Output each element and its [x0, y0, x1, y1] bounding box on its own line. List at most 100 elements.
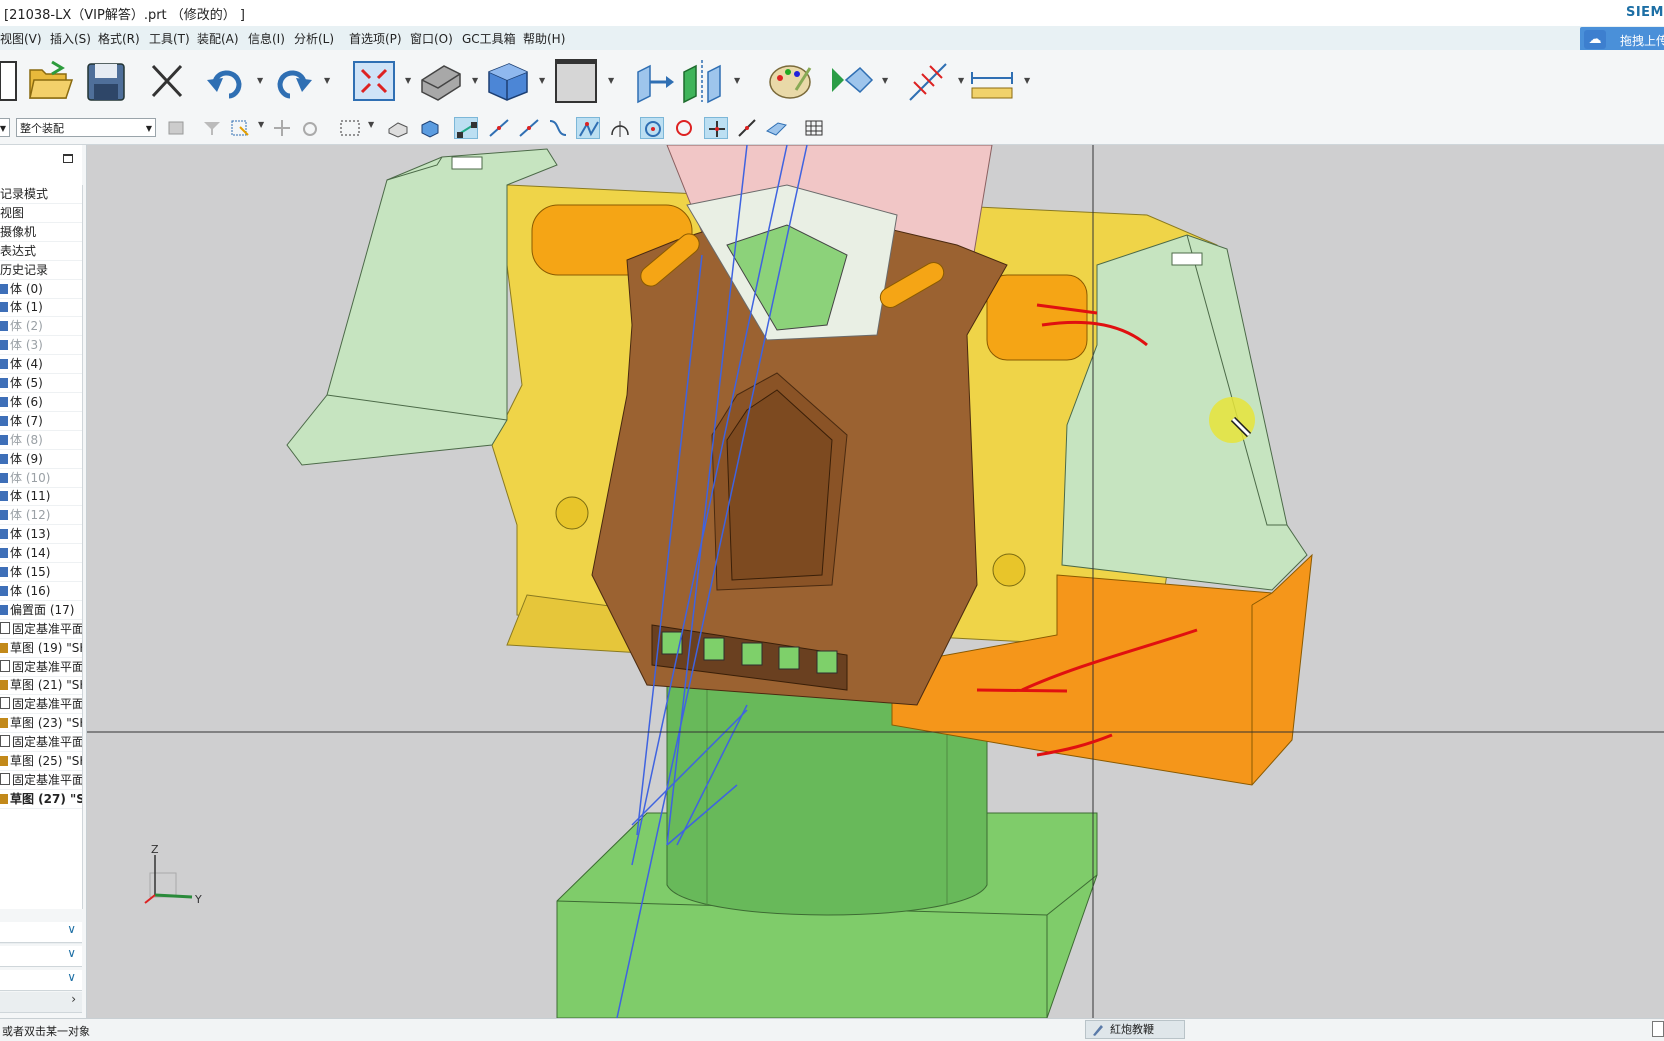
snap-control-point-button[interactable] — [517, 117, 541, 139]
tree-node[interactable]: 体 (16) — [0, 582, 82, 601]
details-panel[interactable]: ∨ — [0, 946, 82, 967]
tree-node[interactable]: 体 (6) — [0, 393, 82, 412]
general-filter-button[interactable] — [200, 117, 224, 139]
snap-center-toggle[interactable] — [640, 117, 664, 139]
undo-dropdown-icon[interactable]: ▼ — [257, 76, 263, 85]
tree-node[interactable]: 草图 (23) "SK — [0, 714, 82, 734]
edit-object-display-button[interactable] — [766, 56, 814, 106]
measure-distance-button[interactable] — [968, 56, 1016, 106]
orient-dropdown-icon[interactable]: ▼ — [539, 76, 545, 85]
snap-arc-center-button[interactable] — [608, 117, 632, 139]
tree-node[interactable]: 体 (1) — [0, 298, 82, 318]
menu-gc-toolkit[interactable]: GC工具箱 — [462, 30, 516, 47]
select-body-button[interactable] — [386, 117, 410, 139]
background-button[interactable] — [552, 56, 600, 106]
undo-button[interactable] — [203, 56, 251, 106]
tree-node[interactable]: 体 (11) — [0, 487, 82, 507]
show-hide-button[interactable] — [826, 56, 874, 106]
select-feature-button[interactable] — [228, 117, 252, 139]
menu-window[interactable]: 窗口(O) — [410, 30, 453, 47]
selection-scope-select[interactable]: 整个装配 ▼ — [16, 118, 156, 137]
toolbar-more-icon[interactable]: ▼ — [324, 76, 330, 85]
tree-node[interactable]: 体 (4) — [0, 355, 82, 375]
tree-node[interactable]: 草图 (27) "SI — [0, 790, 82, 809]
type-filter-select[interactable]: ▼ — [0, 118, 10, 137]
tree-node[interactable]: 体 (13) — [0, 525, 82, 545]
snap-quadrant-button[interactable] — [672, 117, 696, 139]
snap-intersection-toggle[interactable] — [576, 117, 600, 139]
snap-existing-point-toggle[interactable] — [704, 117, 728, 139]
tree-node[interactable]: 体 (12) — [0, 506, 82, 526]
graphics-window[interactable]: Z Y — [87, 145, 1664, 1018]
menu-help[interactable]: 帮助(H) — [523, 30, 565, 47]
datum-dropdown-icon[interactable]: ▼ — [958, 76, 964, 85]
cloud-upload-button[interactable]: ☁ 拖拽上传 — [1580, 27, 1664, 52]
feature-dropdown-icon[interactable]: ▼ — [734, 76, 740, 85]
menu-analysis[interactable]: 分析(L) — [294, 30, 334, 47]
navigator-bottom-scrollbar[interactable]: › — [0, 992, 82, 1013]
tree-node[interactable]: 草图 (21) "SK — [0, 676, 82, 696]
extrude-button[interactable] — [630, 56, 678, 106]
delete-button[interactable] — [143, 56, 191, 106]
menu-tools[interactable]: 工具(T) — [149, 30, 190, 47]
status-tag[interactable]: 紅炮教鞭 — [1085, 1020, 1185, 1039]
menu-format[interactable]: 格式(R) — [98, 30, 140, 47]
tree-node[interactable]: 记录模式 — [0, 185, 82, 204]
tree-node[interactable]: 体 (0) — [0, 280, 82, 299]
orient-view-button[interactable] — [483, 56, 531, 106]
tree-node[interactable]: 体 (15) — [0, 563, 82, 582]
mirror-button[interactable] — [680, 56, 728, 106]
cad-model-viewport[interactable]: Z Y — [87, 145, 1664, 1018]
fit-view-button[interactable] — [350, 56, 398, 106]
snap-curve-button[interactable] — [546, 117, 570, 139]
fit-dropdown-icon[interactable]: ▼ — [405, 76, 411, 85]
tree-node[interactable]: 草图 (25) "SK — [0, 752, 82, 771]
tree-node[interactable]: 体 (8) — [0, 431, 82, 450]
tree-node[interactable]: 固定基准平面 — [0, 658, 82, 677]
tree-node[interactable]: 固定基准平面 — [0, 620, 82, 639]
tree-node[interactable]: 体 (3) — [0, 336, 82, 356]
tree-node[interactable]: 体 (14) — [0, 544, 82, 564]
maximize-icon[interactable] — [63, 154, 73, 163]
snap-tangent-button[interactable] — [300, 117, 324, 139]
tree-node[interactable]: 体 (7) — [0, 412, 82, 431]
snap-point-button[interactable] — [270, 117, 294, 139]
assembly-filter-button[interactable] — [165, 117, 189, 139]
tree-node[interactable]: 体 (9) — [0, 450, 82, 469]
tree-node[interactable]: 固定基准平面 — [0, 733, 82, 753]
grid-button[interactable] — [802, 117, 826, 139]
snap-end-point-toggle[interactable] — [454, 117, 478, 139]
tree-node[interactable]: 固定基准平面 — [0, 695, 82, 715]
render-dropdown-icon[interactable]: ▼ — [472, 76, 478, 85]
tree-node[interactable]: 视图 — [0, 204, 82, 223]
tree-node[interactable]: 偏置面 (17) — [0, 601, 82, 620]
snap-mid-point-button[interactable] — [487, 117, 511, 139]
menu-info[interactable]: 信息(I) — [248, 30, 285, 47]
save-button[interactable] — [82, 56, 130, 106]
snap-point-on-curve-button[interactable] — [735, 117, 759, 139]
tree-node[interactable]: 体 (10) — [0, 469, 82, 488]
menu-insert[interactable]: 插入(S) — [50, 30, 91, 47]
render-style-button[interactable] — [416, 56, 464, 106]
rectangle-select-button[interactable] — [338, 117, 362, 139]
background-dropdown-icon[interactable]: ▼ — [608, 76, 614, 85]
tree-node[interactable]: 体 (2) — [0, 317, 82, 337]
tree-node[interactable]: 固定基准平面 — [0, 771, 82, 790]
corner-box-icon[interactable] — [1652, 1021, 1664, 1037]
tree-node[interactable]: 摄像机 — [0, 223, 82, 242]
tree-node[interactable]: 表达式 — [0, 242, 82, 261]
dependencies-panel[interactable]: ∨ — [0, 922, 82, 943]
tree-node[interactable]: 草图 (19) "SK — [0, 639, 82, 658]
open-button[interactable] — [26, 56, 74, 106]
tree-node[interactable]: 历史记录 — [0, 261, 82, 280]
tree-node[interactable]: 体 (5) — [0, 374, 82, 393]
menu-view[interactable]: 视图(V) — [0, 30, 42, 47]
measure-dropdown-icon[interactable]: ▼ — [1024, 76, 1030, 85]
show-dropdown-icon[interactable]: ▼ — [882, 76, 888, 85]
preview-panel[interactable]: ∨ — [0, 970, 82, 991]
redo-button[interactable] — [268, 56, 316, 106]
rect-dropdown-icon[interactable]: ▼ — [368, 120, 374, 129]
datum-csys-button[interactable] — [904, 56, 952, 106]
menu-preferences[interactable]: 首选项(P) — [349, 30, 402, 47]
menu-assembly[interactable]: 装配(A) — [197, 30, 239, 47]
